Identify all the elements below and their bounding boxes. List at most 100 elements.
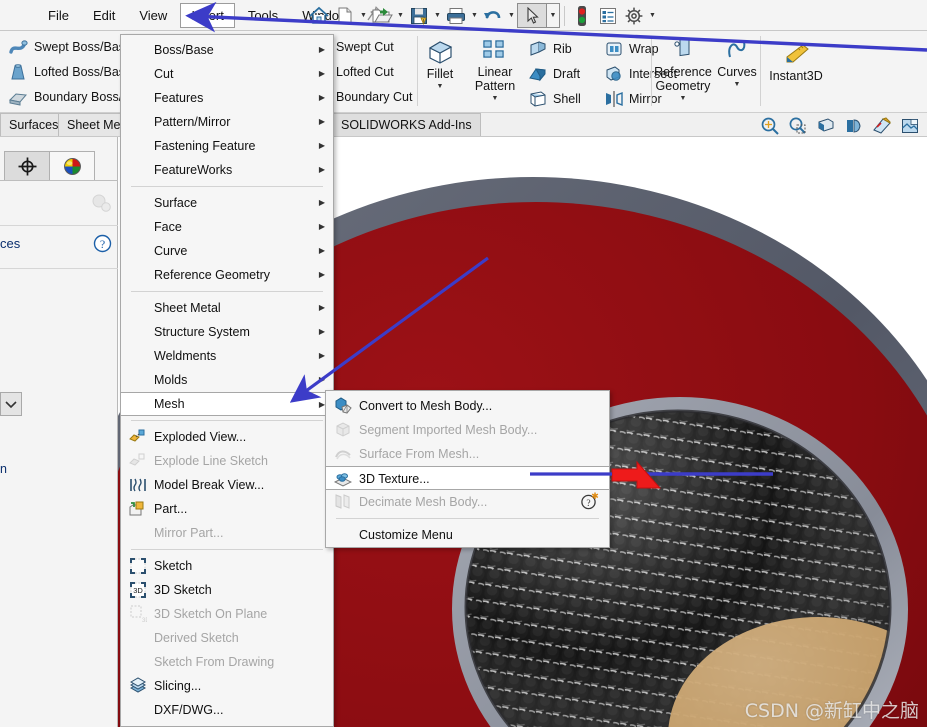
reference-geometry-button[interactable]: Reference Geometry ▼ <box>652 35 714 102</box>
menu-item-molds[interactable]: Molds ▶ <box>121 368 333 392</box>
undo-dropdown-arrow[interactable]: ▼ <box>506 3 517 29</box>
reference-geometry-label-1: Reference <box>654 65 712 79</box>
exploded-view-icon <box>129 428 147 446</box>
menu-item-slicing[interactable]: Slicing... <box>121 674 333 698</box>
ribbon-cut-column[interactable]: Swept Cut Lofted Cut Boundary Cut <box>336 35 412 110</box>
linear-pattern-dropdown-arrow[interactable]: ▼ <box>466 95 524 102</box>
help-asterisk-icon[interactable]: ? ✱ <box>580 491 599 519</box>
menu-edit[interactable]: Edit <box>82 4 126 27</box>
lofted-cut-button[interactable]: Lofted Cut <box>336 60 412 85</box>
undo-icon[interactable] <box>480 3 506 29</box>
menu-tools[interactable]: Tools <box>237 4 289 27</box>
options-list-icon[interactable] <box>595 3 621 29</box>
panel-collapse-combo[interactable] <box>0 392 22 416</box>
menu-item-curve[interactable]: Curve ▶ <box>121 239 333 263</box>
menu-item-face[interactable]: Face ▶ <box>121 215 333 239</box>
help-question-icon[interactable]: ? <box>93 234 112 253</box>
mesh-submenu[interactable]: Convert to Mesh Body... Segment Imported… <box>325 390 610 548</box>
boundary-boss-base-label: Boundary Boss/B <box>34 90 131 104</box>
menu-item-reference-geometry[interactable]: Reference Geometry ▶ <box>121 263 333 287</box>
select-dropdown-arrow[interactable]: ▼ <box>547 3 560 28</box>
apply-scene-icon[interactable] <box>899 115 921 137</box>
menu-item-boss-base[interactable]: Boss/Base ▶ <box>121 38 333 62</box>
menu-item-featureworks[interactable]: FeatureWorks ▶ <box>121 158 333 182</box>
home-icon[interactable] <box>306 3 332 29</box>
left-panel-tabs[interactable] <box>0 151 118 181</box>
zoom-to-fit-icon[interactable] <box>759 115 781 137</box>
shell-icon <box>528 89 548 109</box>
menu-item-structure-system[interactable]: Structure System ▶ <box>121 320 333 344</box>
open-folder-icon[interactable] <box>369 3 395 29</box>
menu-item-mesh[interactable]: Mesh ▶ <box>120 392 334 416</box>
menu-item-model-break-view[interactable]: Model Break View... <box>121 473 333 497</box>
menu-item-3d-sketch-on-plane: 3D 3D Sketch On Plane <box>121 602 333 626</box>
swept-boss-base-icon <box>9 39 28 54</box>
boundary-cut-button[interactable]: Boundary Cut <box>336 85 412 110</box>
ribbon-boss-column[interactable]: Swept Boss/Base Lofted Boss/Base Boundar… <box>8 35 132 110</box>
menu-item-fastening-feature[interactable]: Fastening Feature ▶ <box>121 134 333 158</box>
linear-pattern-label-1: Linear <box>477 65 513 79</box>
display-manager-tab[interactable] <box>49 151 95 180</box>
view-tools-bar[interactable] <box>759 115 921 137</box>
menu-item-cut[interactable]: Cut ▶ <box>121 62 333 86</box>
save-dropdown-arrow[interactable]: ▼ <box>432 3 443 29</box>
feature-manager-tab[interactable] <box>4 151 50 180</box>
submenu-item-3d-texture[interactable]: 3D Texture... <box>325 466 610 490</box>
curves-button[interactable]: Curves ▼ <box>714 35 760 88</box>
rebuild-icon[interactable] <box>569 3 595 29</box>
menu-item-weldments[interactable]: Weldments ▶ <box>121 344 333 368</box>
shell-button[interactable]: Shell <box>528 89 581 109</box>
menu-item-sheet-metal[interactable]: Sheet Metal ▶ <box>121 296 333 320</box>
display-style-icon[interactable] <box>871 115 893 137</box>
tab-solidworks-add-ins[interactable]: SOLIDWORKS Add-Ins <box>332 113 481 136</box>
fillet-button[interactable]: Fillet ▼ <box>418 37 462 90</box>
menu-item-surface[interactable]: Surface ▶ <box>121 191 333 215</box>
quick-access-toolbar[interactable]: ▼ ▼ ! ▼ ▼ ▼ ▼ ▼ <box>306 0 658 31</box>
menu-item-pattern-mirror[interactable]: Pattern/Mirror ▶ <box>121 110 333 134</box>
reference-geometry-dropdown-arrow[interactable]: ▼ <box>652 95 714 102</box>
menu-item-sketch[interactable]: Sketch <box>121 554 333 578</box>
menu-separator <box>131 420 323 421</box>
draft-button[interactable]: Draft <box>528 64 580 84</box>
submenu-arrow-icon: ▶ <box>318 198 325 207</box>
curves-icon <box>714 35 760 65</box>
appearance-settings-icon[interactable] <box>90 193 112 213</box>
menu-item-part[interactable]: Part... <box>121 497 333 521</box>
save-icon[interactable]: ! <box>406 3 432 29</box>
left-feature-panel[interactable]: ces ? n <box>0 137 118 727</box>
fillet-dropdown-arrow[interactable]: ▼ <box>418 83 462 90</box>
swept-cut-button[interactable]: Swept Cut <box>336 35 412 60</box>
new-document-icon[interactable] <box>332 3 358 29</box>
fillet-icon <box>418 37 462 67</box>
menu-item-features[interactable]: Features ▶ <box>121 86 333 110</box>
select-cursor-icon[interactable] <box>517 3 547 28</box>
zoom-to-area-icon[interactable] <box>787 115 809 137</box>
boundary-boss-base-button[interactable]: Boundary Boss/B <box>8 85 132 110</box>
rib-button[interactable]: Rib <box>528 39 572 59</box>
new-document-dropdown-arrow[interactable]: ▼ <box>358 3 369 29</box>
menu-file[interactable]: File <box>37 4 80 27</box>
print-icon[interactable] <box>443 3 469 29</box>
submenu-item-segment-imported-mesh-body: Segment Imported Mesh Body... <box>326 418 609 442</box>
menu-item-3d-sketch[interactable]: 3D 3D Sketch <box>121 578 333 602</box>
menu-insert[interactable]: Insert <box>180 2 235 28</box>
linear-pattern-button[interactable]: Linear Pattern ▼ <box>466 35 524 102</box>
submenu-item-decimate-mesh-body: Decimate Mesh Body... ? ✱ <box>326 490 609 514</box>
menu-item-exploded-view[interactable]: Exploded View... <box>121 425 333 449</box>
submenu-item-convert-to-mesh-body[interactable]: Convert to Mesh Body... <box>326 394 609 418</box>
swept-boss-base-button[interactable]: Swept Boss/Base <box>8 35 132 60</box>
open-dropdown-arrow[interactable]: ▼ <box>395 3 406 29</box>
lofted-boss-base-button[interactable]: Lofted Boss/Base <box>8 60 132 85</box>
menu-view[interactable]: View <box>128 4 178 27</box>
instant3d-button[interactable]: Instant3D <box>762 39 830 83</box>
print-dropdown-arrow[interactable]: ▼ <box>469 3 480 29</box>
view-orientation-icon[interactable] <box>843 115 865 137</box>
menu-item-dxf-dwg[interactable]: DXF/DWG... <box>121 698 333 722</box>
submenu-item-customize-menu[interactable]: Customize Menu <box>326 523 609 547</box>
curves-dropdown-arrow[interactable]: ▼ <box>714 81 760 88</box>
options-dropdown-arrow[interactable]: ▼ <box>647 3 658 29</box>
reference-geometry-label-2: Geometry <box>655 79 711 93</box>
gear-icon[interactable] <box>621 3 647 29</box>
insert-dropdown-menu[interactable]: Boss/Base ▶ Cut ▶ Features ▶ Pattern/Mirror… <box>120 34 334 727</box>
section-view-icon[interactable] <box>815 115 837 137</box>
